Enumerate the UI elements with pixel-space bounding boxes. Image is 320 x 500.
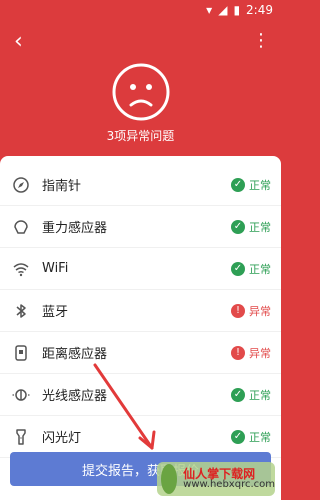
sad-face-icon <box>112 63 170 121</box>
sensor-label: 指南针 <box>42 179 82 194</box>
status-text: 正常 <box>249 262 271 276</box>
status-badge: ✓ 正常 <box>231 177 271 193</box>
status-badge: ✓ 正常 <box>231 219 271 235</box>
status-text: 异常 <box>249 346 271 360</box>
sensor-label: 重力感应器 <box>42 221 108 236</box>
bluetooth-icon <box>10 300 32 322</box>
status-text: 异常 <box>249 304 271 318</box>
status-badge: ✓ 正常 <box>231 261 271 277</box>
warning-icon: ! <box>231 303 245 318</box>
status-bar: ▾ ◢ ▮ 2:49 <box>0 0 281 20</box>
watermark-text: 仙人掌下载网 www.hebxqrc.com <box>183 468 275 490</box>
status-text: 正常 <box>249 430 271 444</box>
check-icon: ✓ <box>231 429 245 444</box>
annotation-arrow <box>93 363 156 450</box>
light-sensor-icon <box>10 384 32 406</box>
check-icon: ✓ <box>231 177 245 192</box>
status-text: 正常 <box>249 220 271 234</box>
sensor-label: WiFi <box>42 261 69 276</box>
more-icon: ⋮ <box>252 30 270 51</box>
cactus-logo <box>161 464 178 494</box>
proximity-icon <box>10 342 32 364</box>
list-item[interactable]: 蓝牙 ! 异常 <box>0 290 281 332</box>
status-badge: ! 异常 <box>231 345 271 361</box>
flashlight-icon <box>10 426 32 448</box>
status-text: 正常 <box>249 388 271 402</box>
list-item[interactable]: WiFi ✓ 正常 <box>0 248 281 290</box>
gravity-icon <box>10 216 32 238</box>
list-item[interactable]: 指南针 ✓ 正常 <box>0 164 281 206</box>
warning-icon: ! <box>231 345 245 360</box>
battery-icon: ▮ <box>233 3 241 17</box>
check-icon: ✓ <box>231 387 245 402</box>
status-time: 2:49 <box>246 3 273 17</box>
check-icon: ✓ <box>231 219 245 234</box>
signal-icon: ◢ <box>218 3 228 17</box>
status-badge: ! 异常 <box>231 303 271 319</box>
wifi-icon <box>10 258 32 280</box>
header: ▾ ◢ ▮ 2:49 ‹ ⋮ 3项异常问题 <box>0 0 281 158</box>
back-button[interactable]: ‹ <box>14 30 34 54</box>
status-badge: ✓ 正常 <box>231 387 271 403</box>
list-item[interactable]: 重力感应器 ✓ 正常 <box>0 206 281 248</box>
status-text: 正常 <box>249 178 271 192</box>
sensor-label: 蓝牙 <box>42 305 69 320</box>
status-badge: ✓ 正常 <box>231 429 271 445</box>
watermark-site: www.hebxqrc.com <box>183 479 275 490</box>
compass-icon <box>10 174 32 196</box>
check-icon: ✓ <box>231 261 245 276</box>
watermark: 仙人掌下载网 www.hebxqrc.com <box>157 462 275 496</box>
more-button[interactable]: ⋮ <box>251 32 271 50</box>
problem-count: 3项异常问题 <box>106 129 175 143</box>
wifi-icon: ▾ <box>206 3 213 17</box>
back-icon: ‹ <box>14 29 23 54</box>
